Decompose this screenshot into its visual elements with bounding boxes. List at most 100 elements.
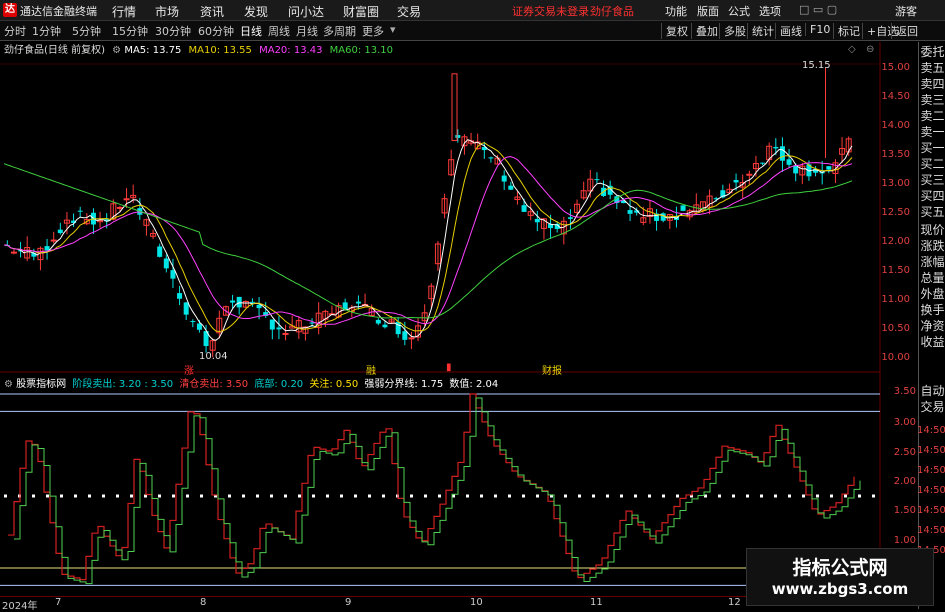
quote-side-panel: 委托 卖五 卖四 卖三 卖二 卖一 买一 买二 买三 买四 买五 现价 涨跌 涨… [917, 42, 945, 609]
panel-sell2[interactable]: 卖二 [919, 109, 945, 124]
period-15min[interactable]: 15分钟 [112, 23, 148, 39]
period-1min[interactable]: 1分钟 [32, 23, 61, 39]
candle-body [779, 146, 785, 161]
panel-weituo[interactable]: 委托 [919, 45, 945, 60]
panel-sell1[interactable]: 卖一 [919, 125, 945, 140]
menu-wenxiaoda[interactable]: 问小达 [288, 3, 324, 20]
draw-line-button[interactable]: 画线 [775, 23, 802, 39]
price-tick: 10.50 [881, 323, 910, 334]
panel-sell3[interactable]: 卖三 [919, 93, 945, 108]
period-30min[interactable]: 30分钟 [155, 23, 191, 39]
strength-dot [284, 494, 287, 498]
price-tick: 15.00 [881, 62, 910, 73]
price-tick: 13.00 [881, 178, 910, 189]
menu-gongshi[interactable]: 公式 [728, 3, 750, 19]
period-more[interactable]: 更多 [362, 23, 384, 39]
strength-dot [676, 494, 679, 498]
panel-net-asset[interactable]: 净资 [919, 319, 945, 334]
mark-button[interactable]: 标记 [833, 23, 860, 39]
period-fenshi[interactable]: 分时 [4, 23, 26, 39]
panel-change[interactable]: 涨跌 [919, 239, 945, 254]
zoom-icon[interactable]: ⊖ [866, 44, 874, 55]
menu-caifuquan[interactable]: 财富圈 [343, 3, 379, 20]
panel-buy1[interactable]: 买一 [919, 141, 945, 156]
ind-time-tick: 14:50 [917, 485, 945, 496]
event-marker-icon[interactable]: ▮ [446, 362, 452, 373]
candle-body [826, 166, 832, 170]
menu-xuanxiang[interactable]: 选项 [759, 3, 781, 19]
oscillator-line-green [14, 397, 861, 585]
period-daily[interactable]: 日线 [240, 23, 262, 39]
watermark-title: 指标公式网 [792, 557, 888, 579]
ind-axis-tick: 1.00 [893, 535, 916, 546]
low-price-label: 10.04 [199, 351, 228, 362]
period-60min[interactable]: 60分钟 [198, 23, 234, 39]
period-5min[interactable]: 5分钟 [72, 23, 101, 39]
panel-trade[interactable]: 交易 [919, 400, 945, 415]
strength-dot [662, 494, 665, 498]
candle-body [501, 175, 507, 182]
strength-dot [256, 494, 259, 498]
panel-buy2[interactable]: 买二 [919, 157, 945, 172]
panel-sell4[interactable]: 卖四 [919, 77, 945, 92]
strength-dot [74, 494, 77, 498]
menu-jiaoyi[interactable]: 交易 [397, 3, 421, 20]
multi-stock-button[interactable]: 多股 [719, 23, 746, 39]
strength-dot [186, 494, 189, 498]
stats-button[interactable]: 统计 [747, 23, 774, 39]
candle-body [488, 157, 494, 159]
panel-buy5[interactable]: 买五 [919, 205, 945, 220]
price-tick: 11.00 [881, 294, 910, 305]
event-tag-caibao[interactable]: 财报 [542, 362, 562, 377]
menu-hangqing[interactable]: 行情 [112, 3, 136, 20]
ind-axis-tick: 2.00 [893, 476, 916, 487]
strength-dot [592, 494, 595, 498]
overlay-button[interactable]: 叠加 [691, 23, 718, 39]
ma10-line [3, 142, 853, 333]
strength-dot [774, 494, 777, 498]
panel-buy3[interactable]: 买三 [919, 173, 945, 188]
strength-dot [522, 494, 525, 498]
panel-turnover[interactable]: 换手 [919, 303, 945, 318]
menu-shichang[interactable]: 市场 [155, 3, 179, 20]
window-controls-icon[interactable]: □ ▭ ▢ [799, 3, 837, 16]
strength-dot [424, 494, 427, 498]
panel-auto[interactable]: 自动 [919, 384, 945, 399]
login-notice[interactable]: 证券交易未登录 [512, 3, 589, 19]
panel-price[interactable]: 现价 [919, 223, 945, 238]
panel-eps[interactable]: 收益 [919, 335, 945, 350]
strength-dot [116, 494, 119, 498]
panel-change-pct[interactable]: 涨幅 [919, 255, 945, 270]
strength-dot [746, 494, 749, 498]
kline-chart[interactable] [0, 42, 918, 596]
indicator-settings-icon[interactable]: ⚙ [4, 379, 13, 390]
high-price-label: 15.15 [802, 60, 831, 71]
f10-button[interactable]: F10 [805, 23, 830, 36]
menu-banmian[interactable]: 版面 [697, 3, 719, 19]
menu-gongneng[interactable]: 功能 [665, 3, 687, 19]
menu-zixun[interactable]: 资讯 [200, 3, 224, 20]
candle-body [123, 198, 130, 201]
candle-body [594, 179, 600, 181]
diamond-icon[interactable]: ◇ [848, 44, 856, 55]
period-monthly[interactable]: 月线 [296, 23, 318, 39]
candle-body [680, 205, 686, 211]
more-dropdown-icon[interactable]: ▾ [390, 23, 396, 36]
strength-dot [858, 494, 861, 498]
panel-outer[interactable]: 外盘 [919, 287, 945, 302]
panel-volume[interactable]: 总量 [919, 271, 945, 286]
strength-dot [46, 494, 49, 498]
date-tick: 12 [728, 597, 741, 608]
period-weekly[interactable]: 周线 [268, 23, 290, 39]
panel-buy4[interactable]: 买四 [919, 189, 945, 204]
strength-dot [270, 494, 273, 498]
fuquan-button[interactable]: 复权 [661, 23, 688, 39]
date-tick: 10 [470, 597, 483, 608]
candle-body [567, 217, 573, 219]
candle-body [177, 293, 183, 299]
strength-dot [382, 494, 385, 498]
period-multi[interactable]: 多周期 [323, 23, 356, 39]
menu-faxian[interactable]: 发现 [244, 3, 268, 20]
panel-sell5[interactable]: 卖五 [919, 61, 945, 76]
date-tick: 8 [200, 597, 207, 608]
